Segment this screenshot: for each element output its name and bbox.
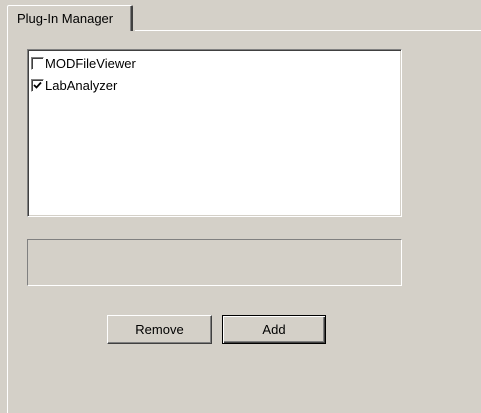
list-item-modfileviewer[interactable]: MODFileViewer <box>31 54 136 72</box>
tab-label: Plug-In Manager <box>17 11 114 26</box>
tab-divider <box>135 30 481 31</box>
checkbox-icon[interactable] <box>31 78 44 92</box>
add-button[interactable]: Add <box>222 315 326 344</box>
tab-plug-in-manager[interactable]: Plug-In Manager <box>7 5 133 31</box>
tab-strip: Plug-In Manager <box>0 0 481 31</box>
plugin-name: MODFileViewer <box>45 55 136 71</box>
remove-button[interactable]: Remove <box>107 315 212 344</box>
status-box <box>27 239 402 286</box>
list-item-labanalyzer[interactable]: LabAnalyzer <box>31 76 117 94</box>
checkbox-icon[interactable] <box>31 56 44 70</box>
plugin-list[interactable]: MODFileViewer LabAnalyzer <box>27 49 402 217</box>
plugin-name: LabAnalyzer <box>45 77 118 93</box>
